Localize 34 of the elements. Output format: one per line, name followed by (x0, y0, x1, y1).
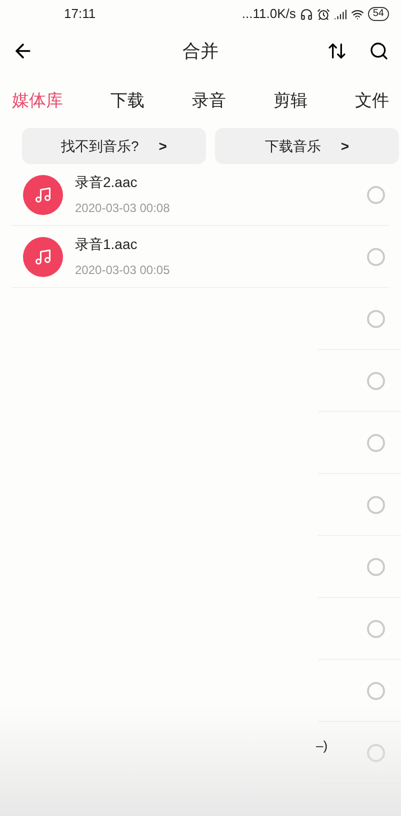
music-icon (23, 174, 63, 214)
radio-button[interactable] (367, 434, 385, 452)
radio-button[interactable] (367, 744, 385, 762)
wifi-icon (350, 8, 364, 20)
file-date: 2020-03-03 00:05 (75, 262, 170, 279)
signal-icon (334, 8, 347, 20)
radio-button[interactable] (367, 186, 385, 204)
tab[interactable]: 文件 (355, 88, 389, 114)
radio-button[interactable] (367, 310, 385, 328)
tab[interactable]: 下载 (110, 88, 144, 114)
radio-button[interactable] (367, 682, 385, 700)
text-fragment: –) (316, 737, 328, 755)
tab[interactable]: 媒体库 (12, 88, 63, 114)
search-button[interactable] (369, 41, 389, 61)
page-title: 合并 (182, 40, 218, 62)
sort-button[interactable] (327, 41, 347, 61)
radio-button[interactable] (367, 558, 385, 576)
file-name: 录音2.aac (75, 173, 138, 192)
radio-button[interactable] (367, 372, 385, 390)
music-icon (23, 236, 63, 276)
battery-icon: 54 (368, 7, 389, 21)
file-date: 2020-03-03 00:08 (75, 200, 170, 217)
alarm-icon (316, 8, 330, 20)
link-button[interactable]: 找不到音乐? > (22, 128, 206, 164)
radio-button[interactable] (367, 248, 385, 266)
file-name: 录音1.aac (75, 235, 138, 254)
link-button[interactable]: 下载音乐 > (215, 128, 399, 164)
tab[interactable]: 录音 (192, 88, 226, 114)
radio-button[interactable] (367, 496, 385, 514)
tab[interactable]: 剪辑 (274, 88, 308, 114)
status-time: 17:11 (64, 5, 96, 24)
radio-button[interactable] (367, 620, 385, 638)
network-speed: ...11.0K/s (242, 5, 296, 24)
headphones-icon (300, 8, 313, 20)
